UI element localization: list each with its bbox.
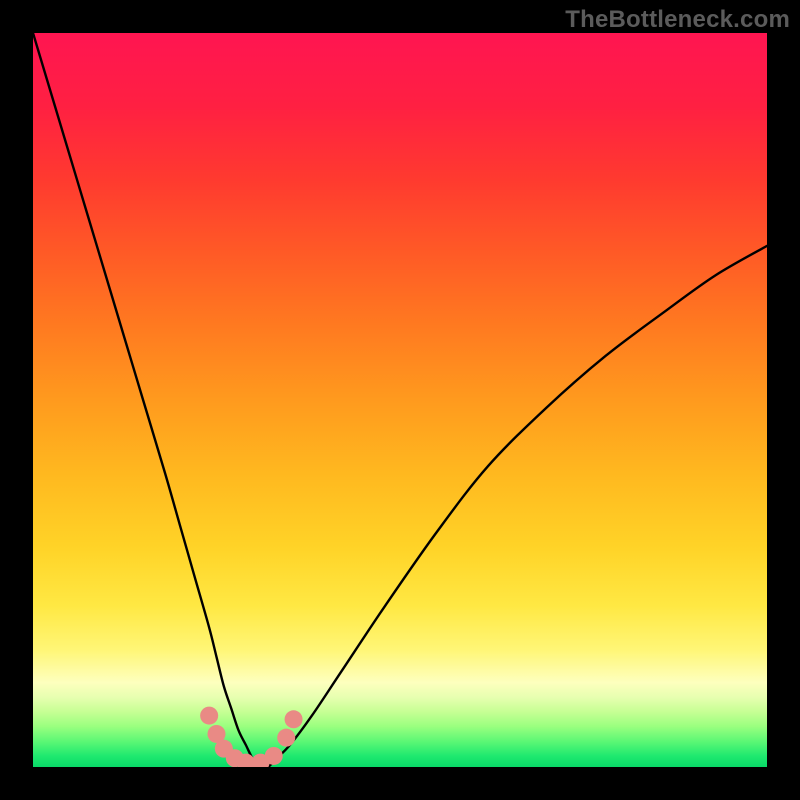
watermark-text: TheBottleneck.com bbox=[565, 6, 790, 34]
outer-frame: TheBottleneck.com bbox=[0, 0, 800, 800]
plot-area bbox=[33, 33, 767, 767]
gradient-background bbox=[33, 33, 767, 767]
